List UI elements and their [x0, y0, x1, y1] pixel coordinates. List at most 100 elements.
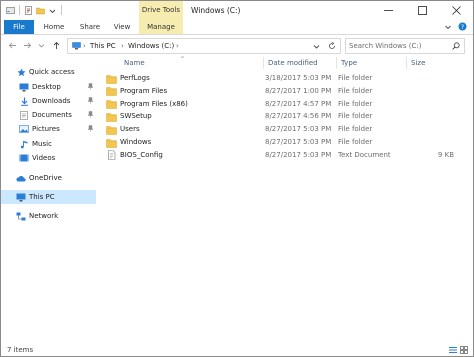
file-type: File folder [338, 138, 373, 146]
drive-tools-context-tab: Drive Tools [139, 1, 183, 20]
forward-button[interactable] [21, 39, 33, 51]
breadcrumb-this-pc[interactable]: This PC [90, 39, 116, 53]
breadcrumb-separator-icon[interactable]: › [176, 39, 179, 53]
breadcrumb-separator-icon[interactable]: › [83, 39, 86, 53]
file-type: File folder [338, 112, 373, 121]
file-size [416, 98, 454, 111]
forward-arrow-icon [23, 42, 31, 48]
download-arrow-icon [19, 96, 29, 106]
table-row[interactable]: Program Files 8/27/2017 1:00 PM File folde… [98, 85, 458, 98]
file-size [416, 85, 454, 98]
details-view-icon[interactable] [449, 346, 457, 354]
pin-icon [87, 83, 94, 90]
nav-documents[interactable]: Documents [1, 108, 96, 122]
file-date-modified: 8/27/2017 4:57 PM [265, 99, 332, 108]
quick-access-toolbar [6, 5, 63, 15]
tab-home[interactable]: Home [39, 20, 69, 34]
chevron-down-icon [38, 43, 44, 48]
text-document-icon [108, 150, 116, 161]
maximize-icon [417, 6, 427, 15]
tab-share[interactable]: Share [75, 20, 105, 34]
file-size: 9 KB [437, 150, 454, 159]
file-date-modified: 8/27/2017 1:00 PM [265, 86, 332, 95]
column-header-type[interactable]: Type [336, 57, 406, 69]
music-note-icon [19, 139, 29, 149]
table-row[interactable]: SWSetup 8/27/2017 4:56 PM File folder [98, 110, 458, 123]
expand-ribbon-chevron-icon[interactable] [444, 23, 452, 31]
documents-icon [19, 110, 29, 120]
folder-icon [106, 138, 117, 148]
table-row[interactable]: Program Files (x86) 8/27/2017 4:57 PM File… [98, 98, 458, 111]
file-type: File folder [338, 99, 373, 108]
nav-pictures[interactable]: Pictures [1, 122, 96, 136]
close-button[interactable] [439, 1, 473, 20]
videos-icon [19, 153, 29, 163]
tab-manage[interactable]: Manage [139, 20, 183, 34]
file-date-modified: 8/27/2017 4:56 PM [265, 112, 332, 121]
column-header-date-modified[interactable]: Date modified [263, 57, 336, 69]
nav-downloads[interactable]: Downloads [1, 94, 96, 108]
address-history-chevron-icon[interactable] [313, 43, 320, 50]
file-date-modified: 8/27/2017 5:03 PM [265, 125, 332, 134]
folder-icon [106, 125, 117, 135]
cloud-icon [16, 173, 26, 183]
tab-file[interactable]: File [4, 20, 34, 34]
up-arrow-icon [53, 41, 59, 49]
pin-icon [87, 111, 94, 118]
navigation-pane: Quick access Desktop Downloads Documents [1, 57, 96, 343]
tab-view[interactable]: View [108, 20, 136, 34]
ribbon-tab-bar: File Home Share View Manage ? [1, 20, 473, 35]
breadcrumb-windows-c[interactable]: Windows (C:) [128, 39, 174, 53]
computer-icon [16, 192, 26, 202]
file-type: File folder [338, 74, 373, 82]
file-date-modified: 8/27/2017 5:03 PM [265, 150, 332, 159]
table-row[interactable]: PerfLogs 3/18/2017 5:03 PM File folder [98, 72, 458, 85]
new-folder-icon[interactable] [36, 6, 45, 15]
column-header-name-label: Name [124, 59, 145, 67]
file-date-modified: 3/18/2017 5:03 PM [265, 74, 332, 82]
recent-locations-button[interactable] [35, 39, 47, 51]
file-size [416, 110, 454, 123]
nav-quick-access-label: Quick access [29, 68, 75, 76]
nav-quick-access[interactable]: Quick access [1, 65, 96, 79]
breadcrumb-separator-icon[interactable]: › [121, 39, 124, 53]
column-header-name[interactable]: ^ Name [120, 56, 263, 69]
svg-text:?: ? [461, 23, 464, 31]
nav-onedrive-label: OneDrive [29, 174, 62, 182]
file-name: Windows [120, 138, 152, 146]
nav-documents-label: Documents [32, 111, 72, 119]
properties-icon[interactable] [24, 5, 33, 15]
back-arrow-icon [8, 42, 16, 48]
computer-icon [72, 42, 81, 50]
address-bar[interactable]: › This PC › Windows (C:) › [67, 38, 341, 54]
nav-desktop[interactable]: Desktop [1, 80, 96, 94]
column-header-size[interactable]: Size [406, 57, 458, 69]
nav-music[interactable]: Music [1, 137, 96, 151]
ribbon-right-controls: ? [444, 22, 467, 31]
search-input[interactable] [349, 39, 445, 53]
table-row[interactable]: Users 8/27/2017 5:03 PM File folder [98, 123, 458, 136]
back-button[interactable] [6, 39, 18, 51]
drive-icon[interactable] [6, 6, 15, 15]
customize-toolbar-chevron-icon[interactable] [48, 6, 57, 15]
table-row[interactable]: Windows 8/27/2017 5:03 PM File folder [98, 136, 458, 149]
up-button[interactable] [50, 39, 62, 51]
nav-videos[interactable]: Videos [1, 151, 96, 165]
folder-icon [106, 74, 117, 84]
nav-onedrive[interactable]: OneDrive [1, 171, 96, 185]
large-icons-view-icon[interactable] [460, 346, 468, 354]
status-bar: 7 items [1, 344, 473, 356]
nav-desktop-label: Desktop [32, 83, 61, 91]
help-icon[interactable]: ? [458, 22, 467, 31]
nav-this-pc[interactable]: This PC [1, 190, 96, 204]
file-size [416, 123, 454, 136]
search-icon[interactable] [452, 42, 460, 50]
minimize-button[interactable] [371, 1, 405, 20]
table-row[interactable]: BIOS_Config 8/27/2017 5:03 PM Text Documen… [98, 149, 458, 162]
nav-this-pc-label: This PC [29, 193, 55, 201]
nav-network[interactable]: Network [1, 209, 96, 223]
pin-icon [87, 97, 94, 104]
maximize-button[interactable] [405, 1, 439, 20]
item-count: 7 items [7, 346, 34, 354]
refresh-icon[interactable] [328, 42, 336, 50]
